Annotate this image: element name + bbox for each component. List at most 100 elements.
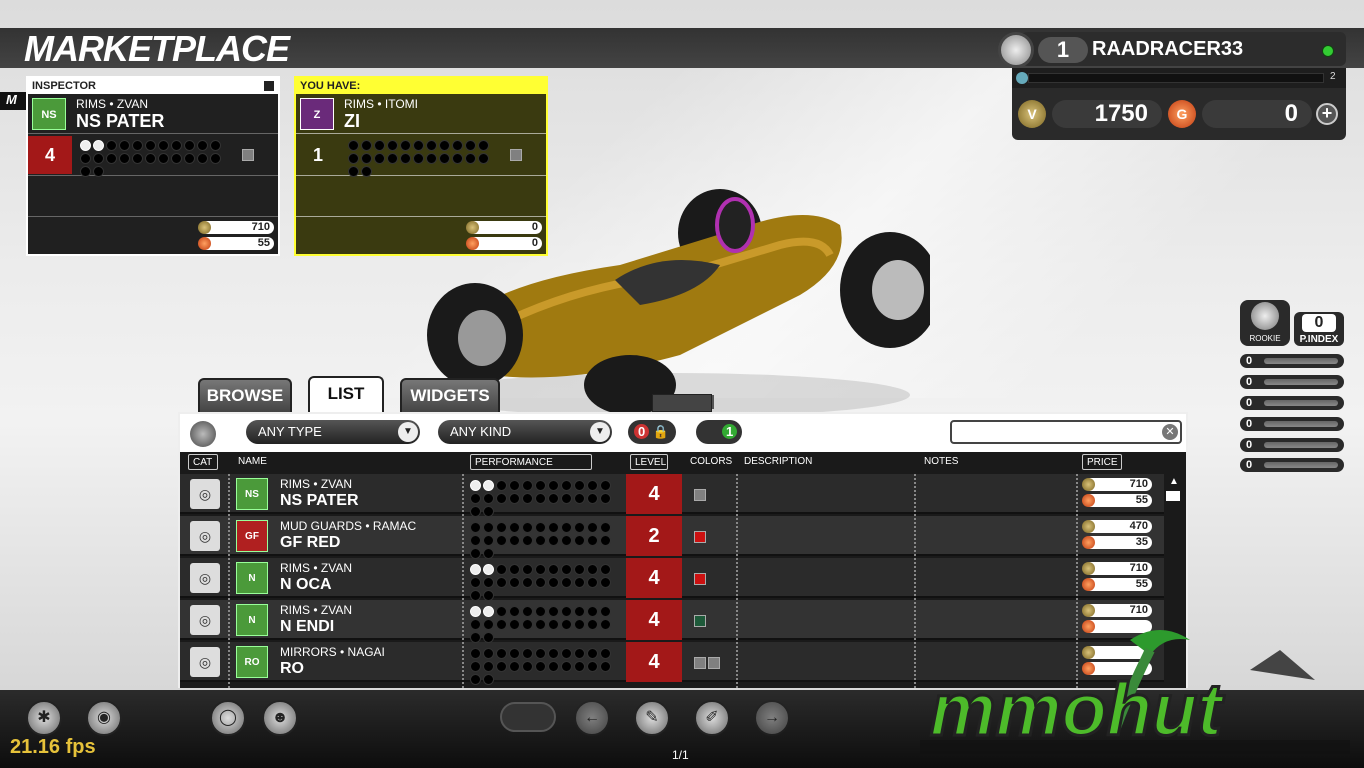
performance-dot [535, 564, 546, 575]
performance-dot [574, 535, 585, 546]
performance-dot [470, 590, 481, 601]
helmet-icon[interactable]: ◉ [86, 700, 122, 736]
color-swatch [694, 657, 706, 669]
col-performance[interactable]: PERFORMANCE POINTS [470, 454, 592, 484]
table-row[interactable]: ◎ GF MUD GUARDS • RAMAC GF RED 2 470 35 [180, 516, 1164, 559]
add-currency-button[interactable]: + [1316, 103, 1338, 125]
performance-dot [210, 140, 221, 151]
performance-dot [119, 140, 130, 151]
forward-arrow-icon[interactable]: → [754, 700, 790, 736]
col-colors[interactable]: COLORS [686, 454, 732, 470]
performance-dot [470, 606, 481, 617]
search-input[interactable]: ✕ [950, 420, 1182, 444]
performance-dot [132, 140, 143, 151]
g-coin-icon [1082, 494, 1095, 507]
tuning-icon[interactable]: ✱ [26, 700, 62, 736]
chevron-down-icon: ▼ [398, 422, 418, 442]
performance-dot [509, 577, 520, 588]
performance-dot [535, 648, 546, 659]
tab-list[interactable]: LIST [308, 376, 384, 412]
performance-dot [561, 606, 572, 617]
performance-dot [496, 606, 507, 617]
helmet-icon[interactable] [998, 32, 1034, 68]
table-row[interactable]: ◎ N RIMS • ZVAN N OCA 4 710 55 [180, 558, 1164, 601]
performance-dot [106, 140, 117, 151]
wrench-icon[interactable]: ✎ [634, 700, 670, 736]
performance-points [470, 606, 618, 643]
locked-filter-toggle[interactable]: 0 🔒 [628, 420, 676, 444]
col-price[interactable]: PRICE [1082, 454, 1122, 470]
performance-dot [483, 632, 494, 643]
col-notes[interactable]: NOTES [920, 454, 958, 470]
paint-brush-icon[interactable]: ✐ [694, 700, 730, 736]
performance-dot [80, 166, 91, 177]
v-coin-balance: 1750 [1052, 100, 1162, 128]
performance-points [348, 140, 496, 177]
kind-dropdown[interactable]: ANY KIND ▼ [438, 420, 612, 444]
p-index-label: P.INDEX [1299, 334, 1339, 345]
chat-icon[interactable]: ◯ [210, 700, 246, 736]
rank-stat-bar: 0 [1240, 375, 1344, 389]
performance-dot [452, 153, 463, 164]
item-colors [694, 530, 708, 548]
performance-dot [600, 564, 611, 575]
performance-dot [600, 606, 611, 617]
tab-browse[interactable]: BROWSE [198, 378, 292, 412]
item-name: GF RED [280, 534, 341, 551]
scroll-thumb[interactable] [1166, 491, 1180, 501]
performance-dot [509, 606, 520, 617]
table-row[interactable]: ◎ NS RIMS • ZVAN NS PATER 4 710 55 [180, 474, 1164, 517]
tab-handle[interactable] [652, 394, 712, 412]
performance-dot [548, 535, 559, 546]
performance-dot [600, 648, 611, 659]
collapse-button[interactable] [264, 81, 274, 91]
rank-badge[interactable]: ROOKIE [1240, 300, 1290, 346]
performance-dot [587, 619, 598, 630]
performance-dot [483, 590, 494, 601]
performance-dot [587, 577, 598, 588]
col-name[interactable]: NAME [234, 454, 267, 470]
list-toggle[interactable] [500, 702, 556, 732]
item-level: 4 [626, 558, 682, 598]
page-indicator: 1/1 [672, 748, 689, 762]
col-description[interactable]: DESCRIPTION [740, 454, 812, 470]
rank-stat-bar: 0 [1240, 438, 1344, 452]
performance-dot [158, 140, 169, 151]
column-header: CAT NAME PERFORMANCE POINTS LEVEL COLORS… [180, 452, 1186, 484]
performance-dot [210, 153, 221, 164]
col-level[interactable]: LEVEL [630, 454, 668, 470]
performance-dot [522, 606, 533, 617]
performance-dot [184, 140, 195, 151]
performance-dot [535, 577, 546, 588]
performance-dot [600, 619, 611, 630]
back-arrow-icon[interactable]: ← [574, 700, 610, 736]
friends-icon[interactable]: ☻ [262, 700, 298, 736]
tab-widgets[interactable]: WIDGETS [400, 378, 500, 412]
type-dropdown[interactable]: ANY TYPE ▼ [246, 420, 420, 444]
owned-filter-toggle[interactable]: 1 [696, 420, 742, 444]
close-icon[interactable]: ✕ [1162, 424, 1178, 440]
performance-dot [413, 140, 424, 151]
p-index: 0 P.INDEX [1294, 312, 1344, 346]
performance-dot [548, 619, 559, 630]
performance-dot [509, 564, 520, 575]
rank-stat-bar: 0 [1240, 396, 1344, 410]
v-coin-icon [1082, 520, 1095, 533]
performance-dot [522, 577, 533, 588]
v-coin-icon [466, 221, 479, 234]
item-price: 470 35 [1082, 520, 1152, 552]
performance-dot [400, 153, 411, 164]
performance-dot [509, 661, 520, 672]
col-cat[interactable]: CAT [188, 454, 218, 470]
performance-dot [535, 522, 546, 533]
performance-points [470, 480, 618, 517]
player-name[interactable]: RAADRACER33 [1092, 38, 1243, 61]
performance-dot [93, 166, 104, 177]
scroll-up-icon[interactable]: ▲ [1166, 476, 1182, 487]
price-v: 710 [1129, 604, 1148, 616]
performance-dot [483, 661, 494, 672]
performance-dot [483, 506, 494, 517]
refresh-icon[interactable] [190, 421, 216, 447]
performance-dot [548, 577, 559, 588]
color-swatch [694, 615, 706, 627]
